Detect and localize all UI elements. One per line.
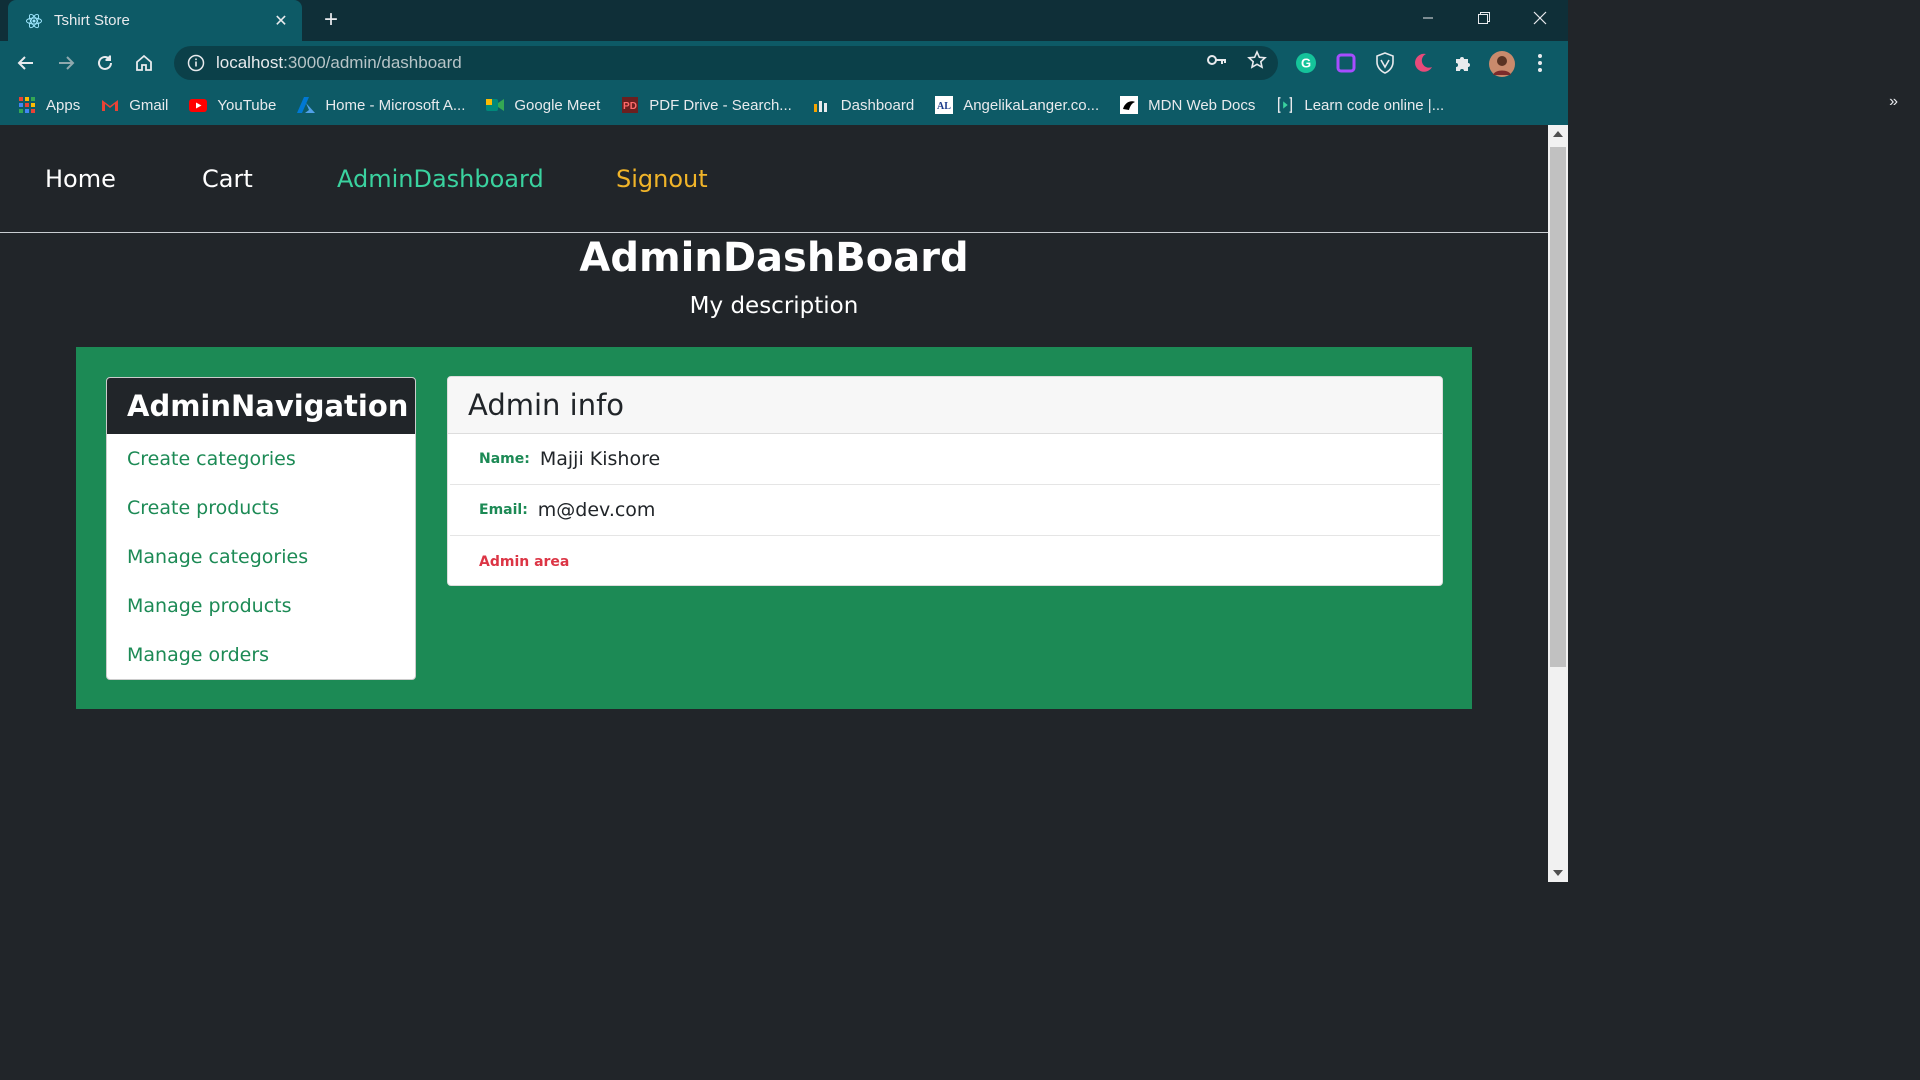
scroll-up-arrow-icon[interactable] — [1553, 131, 1563, 137]
dashboard-container: AdminNavigation Create categories Create… — [76, 347, 1472, 709]
admin-info-header: Admin info — [448, 377, 1442, 434]
dark-mode-moon-icon[interactable] — [1411, 51, 1435, 75]
angelika-langer-icon: AL — [935, 96, 954, 114]
browser-tab[interactable]: Tshirt Store ✕ — [8, 0, 302, 41]
shield-icon[interactable] — [1373, 51, 1397, 75]
youtube-icon — [189, 96, 208, 114]
restore-icon[interactable] — [1456, 0, 1512, 36]
key-icon[interactable] — [1206, 49, 1228, 71]
apps-grid-icon — [18, 96, 36, 114]
site-info-icon[interactable] — [176, 54, 216, 72]
close-tab-icon[interactable]: ✕ — [272, 11, 290, 31]
extensions-puzzle-icon[interactable] — [1451, 51, 1475, 75]
email-value: m@dev.com — [537, 499, 656, 521]
page-description: My description — [689, 293, 859, 319]
nav-cart-link[interactable]: Cart — [202, 165, 253, 193]
admin-info-card: Admin info Name: Majji Kishore Email: m@… — [447, 376, 1443, 586]
nav-home-link[interactable]: Home — [45, 165, 116, 193]
code-brackets-icon — [1276, 96, 1294, 114]
new-tab-icon[interactable]: + — [318, 7, 344, 33]
bookmark-learn-code[interactable]: Learn code online |... — [1276, 96, 1444, 114]
manage-products-link[interactable]: Manage products — [107, 581, 415, 630]
bookmarks-overflow-icon[interactable]: » — [1889, 93, 1898, 111]
bookmark-angelikalanger[interactable]: AL AngelikaLanger.co... — [935, 96, 1099, 114]
profile-avatar[interactable] — [1488, 50, 1516, 78]
nav-admin-dashboard-link[interactable]: AdminDashboard — [337, 165, 544, 193]
extension-square-icon[interactable] — [1334, 51, 1358, 75]
home-icon[interactable] — [130, 49, 158, 77]
react-icon — [24, 11, 44, 31]
admin-area-badge: Admin area — [479, 553, 570, 570]
page-viewport: Home Cart AdminDashboard Signout AdminDa… — [0, 125, 1548, 882]
back-arrow-icon[interactable] — [12, 49, 40, 77]
page-scrollbar[interactable] — [1548, 125, 1568, 882]
bookmark-google-meet[interactable]: Google Meet — [486, 96, 600, 114]
page-title: AdminDashBoard — [579, 235, 969, 281]
site-navbar: Home Cart AdminDashboard Signout — [0, 125, 1548, 233]
google-meet-icon — [486, 96, 505, 114]
bookmarks-bar: Apps Gmail YouTube Home - Microsoft A...… — [0, 85, 1568, 125]
scroll-down-arrow-icon[interactable] — [1553, 870, 1563, 876]
admin-area-row: Admin area — [450, 536, 1440, 585]
name-value: Majji Kishore — [539, 448, 661, 470]
manage-categories-link[interactable]: Manage categories — [107, 532, 415, 581]
bookmark-youtube[interactable]: YouTube — [189, 96, 276, 114]
browser-tabstrip: Tshirt Store ✕ + — [0, 0, 1568, 41]
svg-text:AL: AL — [937, 101, 951, 112]
close-window-icon[interactable] — [1512, 0, 1568, 36]
scrollbar-thumb[interactable] — [1550, 147, 1566, 667]
bookmark-pdf-drive[interactable]: PD PDF Drive - Search... — [621, 96, 792, 114]
bookmark-dashboard[interactable]: Dashboard — [813, 96, 914, 114]
pdf-drive-icon: PD — [621, 96, 639, 114]
minimize-icon[interactable] — [1400, 0, 1456, 36]
azure-icon — [297, 96, 316, 114]
svg-text:G: G — [1301, 56, 1311, 71]
forward-arrow-icon[interactable] — [52, 49, 80, 77]
reload-icon[interactable] — [91, 49, 119, 77]
browser-toolbar: localhost:3000/admin/dashboard — [0, 41, 1568, 85]
name-row: Name: Majji Kishore — [450, 434, 1440, 485]
tab-title: Tshirt Store — [54, 12, 130, 29]
svg-text:PD: PD — [623, 101, 637, 112]
bookmark-mdn[interactable]: MDN Web Docs — [1120, 96, 1255, 114]
bookmark-gmail[interactable]: Gmail — [101, 96, 168, 114]
email-row: Email: m@dev.com — [450, 485, 1440, 536]
more-menu-icon[interactable] — [1528, 51, 1552, 75]
create-products-link[interactable]: Create products — [107, 483, 415, 532]
admin-navigation-header: AdminNavigation — [107, 378, 415, 434]
create-categories-link[interactable]: Create categories — [107, 434, 415, 483]
gmail-icon — [101, 96, 119, 114]
mdn-icon — [1120, 96, 1139, 114]
url-text: localhost:3000/admin/dashboard — [216, 53, 462, 72]
bookmark-microsoft-azure[interactable]: Home - Microsoft A... — [297, 96, 465, 114]
manage-orders-link[interactable]: Manage orders — [107, 630, 415, 679]
grammarly-icon[interactable]: G — [1294, 51, 1318, 75]
address-bar[interactable]: localhost:3000/admin/dashboard — [174, 46, 1278, 80]
nav-signout-link[interactable]: Signout — [616, 165, 708, 193]
admin-navigation-card: AdminNavigation Create categories Create… — [106, 377, 416, 680]
name-label: Name: — [479, 451, 530, 467]
email-label: Email: — [479, 502, 528, 518]
bookmark-apps[interactable]: Apps — [18, 96, 80, 114]
dashboard-icon — [813, 96, 831, 114]
bookmark-star-icon[interactable] — [1246, 49, 1268, 71]
